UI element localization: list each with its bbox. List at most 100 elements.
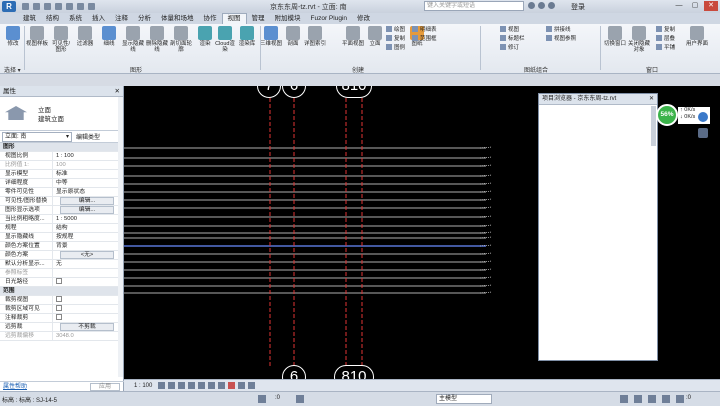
property-value[interactable]: 中等 (52, 179, 118, 187)
subscription-icon[interactable] (538, 2, 545, 9)
property-value[interactable]: <无> (52, 251, 118, 259)
tab-item[interactable]: 体量和场地 (156, 14, 199, 24)
property-value[interactable] (52, 269, 118, 277)
select-underlay-icon[interactable] (634, 395, 642, 403)
user-icon[interactable] (548, 2, 555, 9)
ribbon-small-button[interactable]: 绘图 (386, 26, 405, 35)
property-value[interactable]: 无 (52, 260, 118, 268)
property-value[interactable]: 结构 (52, 224, 118, 232)
property-value[interactable]: 显示原状态 (52, 188, 118, 196)
checkbox[interactable] (56, 278, 62, 284)
ribbon-panel-label[interactable]: 图纸组合 (524, 65, 548, 74)
properties-scrollbar[interactable] (118, 97, 123, 377)
design-options-icon[interactable] (296, 395, 304, 403)
detail-level-icon[interactable] (158, 382, 166, 389)
undo-icon[interactable] (44, 3, 51, 10)
ribbon-button[interactable]: 可见性/图形 (50, 26, 72, 53)
tab-item[interactable]: 建筑 (18, 14, 41, 24)
tab-item[interactable]: 插入 (87, 14, 110, 24)
search-input[interactable]: 键入关键字或短语 (424, 1, 524, 11)
ribbon-small-button[interactable]: 范围框 (412, 35, 437, 44)
worksets-icon[interactable] (258, 395, 266, 403)
tab-item[interactable]: 注释 (110, 14, 133, 24)
tab-item[interactable]: 协作 (199, 14, 222, 24)
property-value[interactable]: 编辑... (52, 197, 118, 205)
property-edit-button[interactable]: <无> (60, 251, 114, 259)
tab-item[interactable]: 管理 (247, 14, 270, 24)
properties-help-link[interactable]: 属性帮助 (0, 384, 27, 390)
ribbon-button[interactable]: 过滤器 (74, 26, 96, 47)
application-menu-button[interactable]: R (2, 1, 16, 12)
binoculars-icon[interactable] (528, 2, 535, 9)
ribbon-small-button[interactable]: 修订 (500, 44, 525, 53)
lock-view-icon[interactable] (218, 382, 226, 389)
ribbon-button[interactable]: 平面视图 (342, 26, 364, 47)
property-value[interactable]: 3048.0 (52, 332, 118, 340)
ribbon-button[interactable]: Cloud渲染 (214, 26, 236, 53)
ribbon-small-button[interactable]: 复制 (656, 26, 675, 35)
analytical-model-icon[interactable] (248, 382, 256, 389)
type-selector[interactable]: 立面 建筑立面 (0, 97, 123, 131)
ribbon-small-button[interactable]: 图例 (386, 44, 405, 53)
ribbon-panel-label[interactable]: 创建 (352, 65, 364, 74)
checkbox[interactable] (56, 305, 62, 311)
tab-item[interactable]: 附加模块 (270, 14, 306, 24)
ribbon-small-button[interactable]: 平铺 (656, 44, 675, 53)
ribbon-button[interactable]: 立面 (364, 26, 386, 47)
steering-wheel-icon[interactable] (698, 112, 708, 122)
ribbon-panel-label[interactable]: 图形 (130, 65, 142, 74)
ribbon-small-button[interactable]: 拼接线 (546, 26, 576, 35)
property-group-header[interactable]: 图形 (0, 143, 118, 152)
ribbon-button[interactable]: 细线 (98, 26, 120, 47)
show-crop-icon[interactable] (208, 382, 216, 389)
ribbon-button[interactable]: 用户界面 (686, 26, 708, 47)
edit-type-button[interactable]: 编辑类型 (76, 132, 100, 141)
select-links-icon[interactable] (620, 395, 628, 403)
property-value[interactable]: 100 (52, 161, 118, 169)
save-icon[interactable] (33, 3, 40, 10)
select-pinned-icon[interactable] (648, 395, 656, 403)
property-value[interactable]: 背景 (52, 242, 118, 250)
grid-bubble-bottom[interactable]: 810 (334, 365, 374, 379)
ribbon-panel-label[interactable]: 窗口 (646, 65, 658, 74)
ribbon-button[interactable]: 剖面 (282, 26, 304, 47)
checkbox[interactable] (56, 296, 62, 302)
property-group-header[interactable]: 范围 (0, 287, 118, 296)
property-value[interactable]: 不剪裁 (52, 323, 118, 331)
select-by-face-icon[interactable] (662, 395, 670, 403)
temporary-hide-icon[interactable] (228, 382, 236, 389)
tab-item[interactable]: 视图 (221, 13, 247, 24)
ribbon-small-button[interactable]: 视图 (500, 26, 525, 35)
ribbon-button[interactable]: 修改 (2, 26, 24, 47)
crop-view-icon[interactable] (198, 382, 206, 389)
ribbon-button[interactable]: 视图样板 (26, 26, 48, 47)
close-button[interactable]: ✕ (704, 1, 718, 11)
ribbon-button[interactable]: 详图索引 (304, 26, 326, 47)
property-edit-button[interactable]: 不剪裁 (60, 323, 114, 331)
ribbon-button[interactable]: 三维视图 (260, 26, 282, 47)
ribbon-button[interactable]: 显示隐藏线 (122, 26, 144, 53)
view-scale[interactable]: 1 : 100 (134, 383, 152, 389)
property-value[interactable]: 标准 (52, 170, 118, 178)
property-value[interactable]: 编辑... (52, 206, 118, 214)
ribbon-small-button[interactable]: 复制 (386, 35, 405, 44)
ribbon-panel-label[interactable]: 选择 ▾ (4, 65, 21, 74)
shadows-icon[interactable] (188, 382, 196, 389)
3d-view-icon[interactable] (88, 3, 95, 10)
apply-button[interactable]: 应用 (90, 383, 120, 391)
open-icon[interactable] (22, 3, 29, 10)
ribbon-small-button[interactable]: 标题栏 (500, 35, 525, 44)
sun-path-icon[interactable] (178, 382, 186, 389)
tab-item[interactable]: 系统 (64, 14, 87, 24)
ribbon-button[interactable]: 渲染库 (236, 26, 258, 47)
property-value[interactable]: 1 : 100 (52, 152, 118, 160)
login-link[interactable]: 登录 (571, 2, 585, 12)
view-selector-dropdown[interactable]: 立面: 南 (2, 131, 72, 142)
ribbon-small-button[interactable]: 明细表 (412, 26, 437, 35)
property-value[interactable] (52, 314, 118, 322)
ribbon-button[interactable]: 切换窗口 (604, 26, 626, 47)
ribbon-button[interactable]: 剖切面轮廓 (170, 26, 192, 53)
measure-icon[interactable] (77, 3, 84, 10)
close-icon[interactable]: ✕ (115, 86, 120, 97)
tab-item[interactable]: 分析 (133, 14, 156, 24)
